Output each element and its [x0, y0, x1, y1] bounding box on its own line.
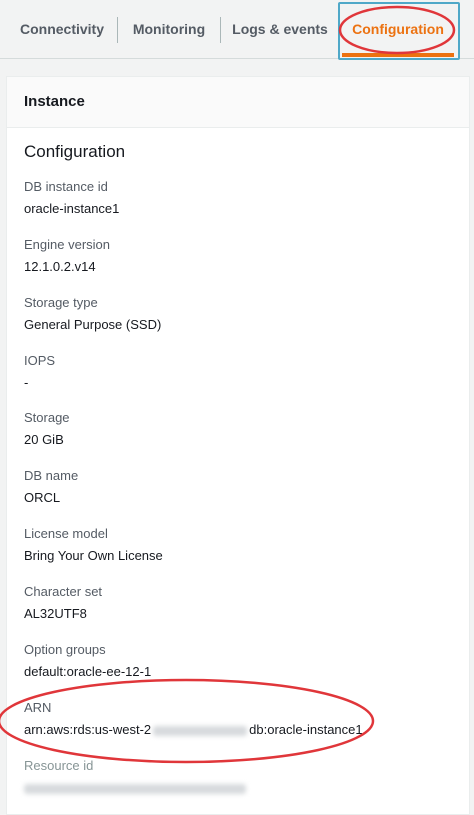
section-title: Configuration	[24, 142, 126, 161]
redacted-account-id	[153, 725, 248, 736]
resource-id-label: Resource id	[24, 758, 94, 773]
active-tab-indicator	[342, 53, 454, 57]
db-instance-id-label: DB instance id	[24, 179, 108, 194]
panel-header: Instance	[7, 77, 469, 128]
arn-value-suffix: db:oracle-instance1	[249, 722, 363, 737]
db-name-label: DB name	[24, 468, 79, 483]
tab-divider	[117, 17, 118, 43]
instance-panel: Instance Configuration DB instance id or…	[6, 76, 470, 815]
storage-type-value: General Purpose (SSD)	[24, 317, 162, 332]
iops-label: IOPS	[24, 353, 56, 368]
tab-connectivity[interactable]: Connectivity	[12, 0, 112, 58]
storage-type-label: Storage type	[24, 295, 98, 310]
tab-divider	[220, 17, 221, 43]
engine-version-value: 12.1.0.2.v14	[24, 259, 96, 274]
option-groups-label: Option groups	[24, 642, 106, 657]
panel-title: Instance	[24, 93, 85, 110]
iops-value: -	[24, 375, 29, 390]
engine-version-label: Engine version	[24, 237, 110, 252]
tab-configuration[interactable]: Configuration	[342, 0, 454, 58]
arn-label: ARN	[24, 700, 52, 715]
arn-value: arn:aws:rds:us-west-2 db:oracle-instance1	[24, 722, 363, 737]
resource-id-value	[24, 780, 246, 795]
character-set-value: AL32UTF8	[24, 606, 87, 621]
character-set-label: Character set	[24, 584, 103, 599]
license-model-label: License model	[24, 526, 108, 541]
arn-value-prefix: arn:aws:rds:us-west-2	[24, 722, 152, 737]
tab-logs-events[interactable]: Logs & events	[226, 0, 334, 58]
db-name-value: ORCL	[24, 490, 61, 505]
storage-value: 20 GiB	[24, 432, 64, 447]
license-model-value: Bring Your Own License	[24, 548, 163, 563]
option-groups-value[interactable]: default:oracle-ee-12-1	[24, 664, 151, 679]
storage-label: Storage	[24, 410, 70, 425]
tab-monitoring[interactable]: Monitoring	[122, 0, 216, 58]
redacted-resource-id	[24, 783, 246, 794]
db-instance-id-value: oracle-instance1	[24, 201, 120, 216]
tab-bar: Connectivity Monitoring Logs & events Co…	[0, 0, 474, 60]
